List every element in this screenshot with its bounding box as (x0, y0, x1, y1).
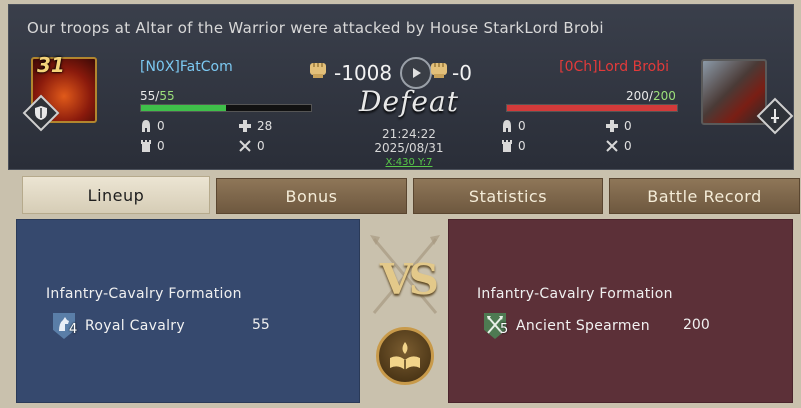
heal-cross-icon (606, 120, 618, 132)
ally-formation-name: Infantry-Cavalry Formation (46, 286, 242, 302)
enemy-troop-name: Ancient Spearmen (516, 318, 650, 334)
ally-level-badge: 31 (37, 53, 65, 77)
enemy-stat-c: 0 (501, 139, 526, 153)
helmet-icon (142, 120, 150, 132)
tab-battle-record[interactable]: Battle Record (609, 178, 800, 214)
enemy-stat-d: 0 (605, 139, 632, 153)
ally-troop-name: Royal Cavalry (85, 318, 185, 334)
tower-icon (141, 140, 151, 152)
ally-player-name[interactable]: [N0X]FatCom (140, 59, 233, 75)
battle-date: 2025/08/31 (374, 141, 444, 155)
enemy-hp-bar (506, 104, 678, 112)
ally-stat-b-value: 28 (257, 119, 273, 133)
enemy-stat-b: 0 (605, 119, 632, 133)
battle-report-header: Our troops at Altar of the Warrior were … (8, 4, 794, 170)
ally-troop-count: 55 (252, 317, 270, 333)
battle-codex-button[interactable] (376, 327, 434, 385)
sword-icon (771, 109, 779, 123)
versus-divider: VS (362, 219, 448, 403)
ally-stat-a: 0 (140, 119, 165, 133)
tab-bonus[interactable]: Bonus (216, 178, 407, 214)
crossed-swords-icon (606, 140, 618, 152)
ally-power-change: -1008 (334, 61, 393, 85)
enemy-hp-text: 200/200 (626, 89, 676, 103)
enemy-hp-max: 200 (652, 89, 676, 103)
ally-hp-text: 55/55 (140, 89, 175, 103)
vs-label: VS (380, 255, 439, 304)
enemy-stat-a: 0 (501, 119, 526, 133)
play-icon (413, 68, 421, 78)
enemy-player-name[interactable]: [0Ch]Lord Brobi (559, 59, 669, 75)
ally-stat-c: 0 (140, 139, 165, 153)
book-flame-icon (390, 342, 420, 370)
enemy-stat-d-value: 0 (624, 139, 632, 153)
ally-hp-max: 55 (159, 89, 175, 103)
ally-stat-a-value: 0 (157, 119, 165, 133)
enemy-troop-level: 5 (500, 322, 509, 337)
enemy-stat-a-value: 0 (518, 119, 526, 133)
shield-icon (35, 106, 47, 120)
enemy-stat-b-value: 0 (624, 119, 632, 133)
fist-icon (310, 63, 326, 78)
tab-statistics[interactable]: Statistics (413, 178, 603, 214)
battle-result: Defeat (359, 85, 459, 118)
enemy-hp-bar-fill (507, 105, 677, 111)
crossed-swords-icon (239, 140, 251, 152)
ally-stat-d-value: 0 (257, 139, 265, 153)
ally-hp-current: 55 (140, 89, 156, 103)
battle-time: 21:24:22 (382, 127, 436, 141)
enemy-troop-row[interactable]: 5 Ancient Spearmen (484, 312, 650, 340)
enemy-lineup-panel: Infantry-Cavalry Formation 5 Ancient Spe… (448, 219, 793, 403)
ally-hp-bar-fill (141, 105, 226, 111)
ally-lineup-panel: Infantry-Cavalry Formation 4 Royal Caval… (16, 219, 360, 403)
report-tabs: Lineup Bonus Statistics Battle Record (0, 174, 801, 214)
enemy-formation-name: Infantry-Cavalry Formation (477, 286, 673, 302)
enemy-troop-count: 200 (683, 317, 710, 333)
ally-hp-bar (140, 104, 312, 112)
fist-icon (431, 63, 447, 78)
battle-headline: Our troops at Altar of the Warrior were … (27, 19, 604, 37)
enemy-power-change: -0 (452, 61, 472, 85)
ally-stat-c-value: 0 (157, 139, 165, 153)
helmet-icon (503, 120, 511, 132)
ally-troop-level: 4 (69, 322, 78, 337)
ally-stat-d: 0 (238, 139, 265, 153)
tab-lineup[interactable]: Lineup (22, 176, 210, 214)
enemy-stat-c-value: 0 (518, 139, 526, 153)
heal-cross-icon (239, 120, 251, 132)
ally-troop-row[interactable]: 4 Royal Cavalry (53, 312, 185, 340)
enemy-hp-current: 200 (626, 89, 649, 103)
tower-icon (502, 140, 512, 152)
ally-stat-b: 28 (238, 119, 272, 133)
battle-coordinates-link[interactable]: X:430 Y:7 (359, 157, 459, 168)
